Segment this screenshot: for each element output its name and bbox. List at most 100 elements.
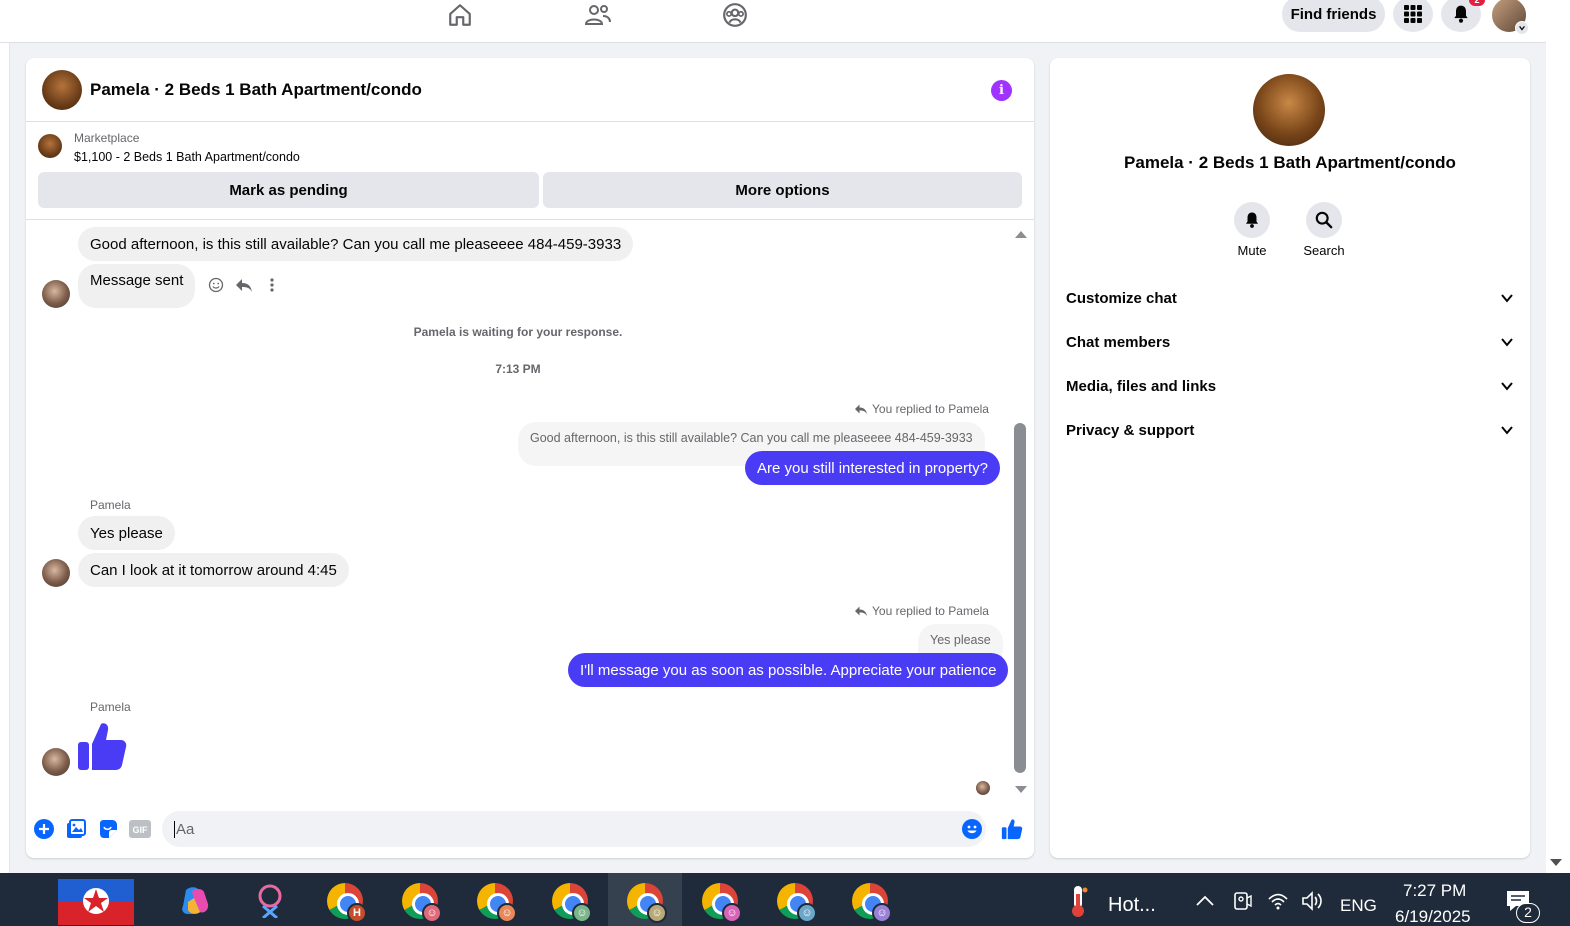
notification-count-badge: 2 <box>1516 903 1540 923</box>
account-chevron-icon[interactable] <box>1515 21 1529 35</box>
sticker-icon[interactable] <box>97 818 119 840</box>
chevron-down-icon <box>1501 338 1513 347</box>
search-icon[interactable] <box>1306 202 1342 238</box>
weather-thermometer-icon[interactable] <box>1058 881 1098 921</box>
chrome-profile-icon[interactable]: ☺ <box>475 881 517 923</box>
gif-icon[interactable]: GIF <box>129 818 151 840</box>
home-icon[interactable] <box>440 0 480 30</box>
incoming-message[interactable]: Good afternoon, is this still available?… <box>78 227 634 261</box>
replied-to-text: You replied to Pamela <box>872 604 989 618</box>
react-smiley-icon[interactable] <box>206 275 226 295</box>
sender-avatar[interactable] <box>42 748 70 776</box>
friends-icon[interactable] <box>578 0 618 30</box>
scroll-up-arrow-icon[interactable] <box>1014 226 1028 244</box>
clock-date[interactable]: 6/19/2025 <box>1395 907 1471 926</box>
sender-avatar[interactable] <box>42 280 70 308</box>
chevron-down-icon <box>1501 382 1513 391</box>
sender-name: Pamela <box>90 700 131 714</box>
customize-chat-section[interactable]: Customize chat <box>1066 280 1514 316</box>
mute-button[interactable]: Mute <box>1222 202 1282 258</box>
mark-as-pending-button[interactable]: Mark as pending <box>38 172 539 208</box>
section-label: Chat members <box>1066 333 1171 351</box>
weather-text[interactable]: Hot... <box>1108 894 1156 917</box>
volume-icon[interactable] <box>1293 881 1333 921</box>
chat-header: Pamela · 2 Beds 1 Bath Apartment/condo i <box>26 58 1034 122</box>
conversation-avatar[interactable] <box>1253 74 1325 146</box>
section-label: Customize chat <box>1066 289 1177 307</box>
chrome-profile-icon[interactable]: ☺ <box>400 881 442 923</box>
svg-text:GIF: GIF <box>133 825 149 835</box>
photo-gallery-icon[interactable] <box>65 818 87 840</box>
chevron-down-icon <box>1501 294 1513 303</box>
chrome-profile-icon[interactable]: ☺ <box>700 881 742 923</box>
conversation-info-panel: Pamela · 2 Beds 1 Bath Apartment/condo M… <box>1050 58 1530 858</box>
text-caret <box>174 820 175 838</box>
chrome-profile-icon[interactable]: ☺ <box>775 881 817 923</box>
info-icon[interactable]: i <box>991 80 1012 101</box>
more-options-button[interactable]: More options <box>543 172 1022 208</box>
clock-time[interactable]: 7:27 PM <box>1403 881 1466 901</box>
seen-receipt-avatar <box>976 781 990 795</box>
copilot-icon[interactable] <box>175 881 215 921</box>
listing-title[interactable]: $1,100 - 2 Beds 1 Bath Apartment/condo <box>74 150 300 164</box>
chat-scrollbar-thumb[interactable] <box>1014 423 1026 773</box>
chevron-down-icon <box>1501 426 1513 435</box>
message-input[interactable]: Aa <box>162 811 986 847</box>
send-like-icon[interactable] <box>1001 818 1023 840</box>
chat-avatar[interactable] <box>42 70 82 110</box>
more-actions-icon[interactable] <box>262 275 282 295</box>
page-scrollbar[interactable] <box>1546 0 1570 873</box>
menu-grid-icon[interactable] <box>1393 0 1433 32</box>
snipping-tool-icon[interactable] <box>250 881 290 921</box>
wifi-icon[interactable] <box>1258 881 1298 921</box>
mute-bell-icon[interactable] <box>1234 202 1270 238</box>
incoming-message[interactable]: Yes please <box>78 516 175 550</box>
section-label: Media, files and links <box>1066 377 1217 395</box>
reply-icon[interactable] <box>234 275 254 295</box>
chat-members-section[interactable]: Chat members <box>1066 324 1514 360</box>
conversation-title: Pamela · 2 Beds 1 Bath Apartment/condo <box>1124 153 1456 172</box>
search-button[interactable]: Search <box>1294 202 1354 258</box>
replied-to-label: You replied to Pamela <box>854 402 989 416</box>
chat-panel: Pamela · 2 Beds 1 Bath Apartment/condo i… <box>26 58 1034 858</box>
waiting-status-text: Pamela is waiting for your response. <box>413 325 623 339</box>
privacy-support-section[interactable]: Privacy & support <box>1066 412 1514 448</box>
message-composer: GIF Aa <box>26 808 1034 850</box>
chrome-profile-icon[interactable]: ☺ <box>850 881 892 923</box>
replied-to-label: You replied to Pamela <box>854 604 989 618</box>
sender-avatar[interactable] <box>42 559 70 587</box>
reply-arrow-icon <box>855 404 867 415</box>
emoji-icon[interactable] <box>961 818 983 840</box>
meet-camera-icon[interactable] <box>1222 881 1262 921</box>
search-label: Search <box>1303 243 1345 258</box>
listing-thumbnail[interactable] <box>38 134 62 158</box>
chrome-profile-icon[interactable]: ☺ <box>625 881 667 923</box>
marketplace-label: Marketplace <box>74 131 140 145</box>
show-hidden-icons-chevron-icon[interactable] <box>1185 881 1225 921</box>
chrome-profile-icon[interactable]: ☺ <box>550 881 592 923</box>
page-scroll-down-icon[interactable] <box>1549 858 1563 868</box>
chat-title[interactable]: Pamela · 2 Beds 1 Bath Apartment/condo <box>90 80 422 100</box>
outgoing-message[interactable]: I'll message you as soon as possible. Ap… <box>568 653 1009 687</box>
chrome-profile-h-icon[interactable]: H <box>325 881 367 923</box>
mute-label: Mute <box>1237 243 1267 258</box>
add-plus-icon[interactable] <box>33 818 55 840</box>
find-friends-button[interactable]: Find friends <box>1282 0 1385 32</box>
outgoing-message[interactable]: Are you still interested in property? <box>745 451 1000 485</box>
input-language[interactable]: ENG <box>1340 896 1377 916</box>
message-input-placeholder: Aa <box>176 820 195 838</box>
incoming-message[interactable]: Message sent <box>78 264 196 308</box>
widgets-flag-icon[interactable] <box>58 875 134 925</box>
reply-arrow-icon <box>855 606 867 617</box>
left-sidebar-edge <box>0 43 10 873</box>
groups-icon[interactable] <box>715 0 755 30</box>
sender-name: Pamela <box>90 498 131 512</box>
timestamp-divider: 7:13 PM <box>495 362 541 376</box>
media-files-links-section[interactable]: Media, files and links <box>1066 368 1514 404</box>
thumbs-up-sticker-icon[interactable] <box>76 720 128 777</box>
incoming-message[interactable]: Can I look at it tomorrow around 4:45 <box>78 553 349 587</box>
top-navigation-bar: Find friends 2 <box>0 0 1546 43</box>
windows-taskbar: H ☺ ☺ ☺ ☺ ☺ ☺ ☺ Hot... ENG 7:27 PM 6/19/… <box>0 873 1570 926</box>
section-label: Privacy & support <box>1066 421 1195 439</box>
scroll-down-arrow-icon[interactable] <box>1014 782 1028 800</box>
